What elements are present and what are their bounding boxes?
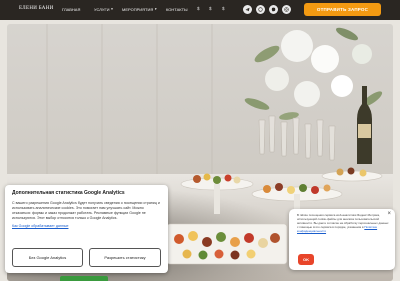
chevron-down-icon: ▼ — [110, 7, 114, 11]
chevron-down-icon: ▼ — [154, 7, 158, 11]
deny-analytics-button[interactable]: Без Google Analytics — [12, 248, 83, 267]
google-data-link[interactable]: Как Google обрабатывает данные — [12, 224, 161, 228]
instagram-icon[interactable] — [282, 5, 291, 14]
site-logo[interactable]: ЕЛЕНИ БАНИ — [19, 6, 54, 11]
currency-link[interactable]: $ — [209, 6, 212, 11]
telegram-icon[interactable] — [243, 5, 252, 14]
partial-element — [60, 276, 108, 281]
nav-contacts[interactable]: КОНТАКТЫ — [166, 7, 188, 12]
currency-link[interactable]: $ — [222, 6, 225, 11]
site-header: ЕЛЕНИ БАНИ ГЛАВНАЯ УСЛУГИ▼ МЕРОПРИЯТИЯ▼ … — [0, 0, 400, 20]
close-icon[interactable]: × — [387, 211, 391, 217]
send-request-button[interactable]: ОТПРАВИТЬ ЗАПРОС — [304, 3, 381, 16]
ok-button[interactable]: OK — [298, 254, 314, 265]
nav-events[interactable]: МЕРОПРИЯТИЯ▼ — [122, 7, 157, 12]
cookie-banner-text: С вашего разрешения Google Analytics буд… — [12, 201, 160, 220]
currency-link[interactable]: $ — [197, 6, 200, 11]
metrika-notice: × В rabote пoсещения сервиса web-аналити… — [289, 209, 395, 270]
viber-icon[interactable] — [269, 5, 278, 14]
cookie-consent-banner: Дополнительная статистика Google Analyti… — [5, 185, 168, 273]
allow-analytics-button[interactable]: Разрешить статистику — [89, 248, 161, 267]
nav-services[interactable]: УСЛУГИ▼ — [94, 7, 114, 12]
whatsapp-icon[interactable] — [256, 5, 265, 14]
cookie-banner-title: Дополнительная статистика Google Analyti… — [12, 190, 125, 196]
nav-home[interactable]: ГЛАВНАЯ — [62, 7, 80, 12]
metrika-notice-text: В rabote пoсещения сервиса web-аналитики… — [297, 213, 389, 233]
